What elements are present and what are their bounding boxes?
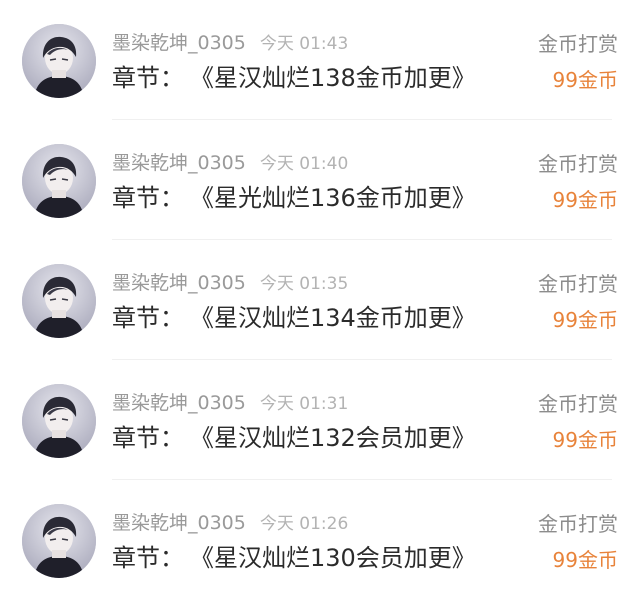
chapter-line[interactable]: 章节： 《星汉灿烂134金币加更》 [112,302,476,334]
timestamp: 今天 01:43 [259,34,349,54]
tip-record-item[interactable]: 墨染乾坤_0305 今天 01:31 章节： 《星汉灿烂132会员加更》 金币打赏 … [0,360,640,480]
avatar[interactable] [22,144,96,218]
username[interactable]: 墨染乾坤_0305 [112,512,246,534]
user-portrait-icon [22,24,96,98]
timestamp: 今天 01:26 [259,514,349,534]
username[interactable]: 墨染乾坤_0305 [112,392,246,414]
reward-type: 金币打赏 [538,512,618,536]
timestamp: 今天 01:31 [259,394,349,414]
chapter-label: 章节： [112,304,184,332]
username[interactable]: 墨染乾坤_0305 [112,32,246,54]
avatar[interactable] [22,384,96,458]
tip-record-item[interactable]: 墨染乾坤_0305 今天 01:43 章节： 《星汉灿烂138金币加更》 金币打赏 … [0,0,640,120]
record-meta: 墨染乾坤_0305 今天 01:26 [112,510,348,536]
reward-type: 金币打赏 [538,272,618,296]
timestamp: 今天 01:35 [259,274,349,294]
reward-amount: 99金币 [552,68,618,92]
tip-record-item[interactable]: 墨染乾坤_0305 今天 01:40 章节： 《星光灿烂136金币加更》 金币打赏 … [0,120,640,240]
timestamp: 今天 01:40 [259,154,349,174]
record-meta: 墨染乾坤_0305 今天 01:35 [112,270,348,296]
avatar[interactable] [22,24,96,98]
chapter-label: 章节： [112,544,184,572]
chapter-title: 《星汉灿烂132会员加更》 [202,424,476,452]
user-portrait-icon [22,264,96,338]
user-portrait-icon [22,144,96,218]
record-meta: 墨染乾坤_0305 今天 01:40 [112,150,348,176]
username[interactable]: 墨染乾坤_0305 [112,272,246,294]
reward-amount: 99金币 [552,188,618,212]
tip-record-item[interactable]: 墨染乾坤_0305 今天 01:26 章节： 《星汉灿烂130会员加更》 金币打赏 … [0,480,640,600]
user-portrait-icon [22,504,96,578]
chapter-line[interactable]: 章节： 《星汉灿烂138金币加更》 [112,62,476,94]
chapter-label: 章节： [112,64,184,92]
record-meta: 墨染乾坤_0305 今天 01:43 [112,30,348,56]
reward-type: 金币打赏 [538,392,618,416]
tip-record-item[interactable]: 墨染乾坤_0305 今天 01:35 章节： 《星汉灿烂134金币加更》 金币打赏 … [0,240,640,360]
avatar[interactable] [22,264,96,338]
chapter-title: 《星光灿烂136金币加更》 [202,184,476,212]
chapter-label: 章节： [112,184,184,212]
chapter-line[interactable]: 章节： 《星汉灿烂130会员加更》 [112,542,476,574]
chapter-title: 《星汉灿烂138金币加更》 [202,64,476,92]
user-portrait-icon [22,384,96,458]
record-meta: 墨染乾坤_0305 今天 01:31 [112,390,348,416]
chapter-title: 《星汉灿烂130会员加更》 [202,544,476,572]
tip-record-list: 墨染乾坤_0305 今天 01:43 章节： 《星汉灿烂138金币加更》 金币打赏 … [0,0,640,604]
reward-amount: 99金币 [552,308,618,332]
reward-amount: 99金币 [552,548,618,572]
username[interactable]: 墨染乾坤_0305 [112,152,246,174]
reward-amount: 99金币 [552,428,618,452]
reward-type: 金币打赏 [538,32,618,56]
chapter-title: 《星汉灿烂134金币加更》 [202,304,476,332]
avatar[interactable] [22,504,96,578]
chapter-line[interactable]: 章节： 《星光灿烂136金币加更》 [112,182,476,214]
chapter-label: 章节： [112,424,184,452]
chapter-line[interactable]: 章节： 《星汉灿烂132会员加更》 [112,422,476,454]
reward-type: 金币打赏 [538,152,618,176]
